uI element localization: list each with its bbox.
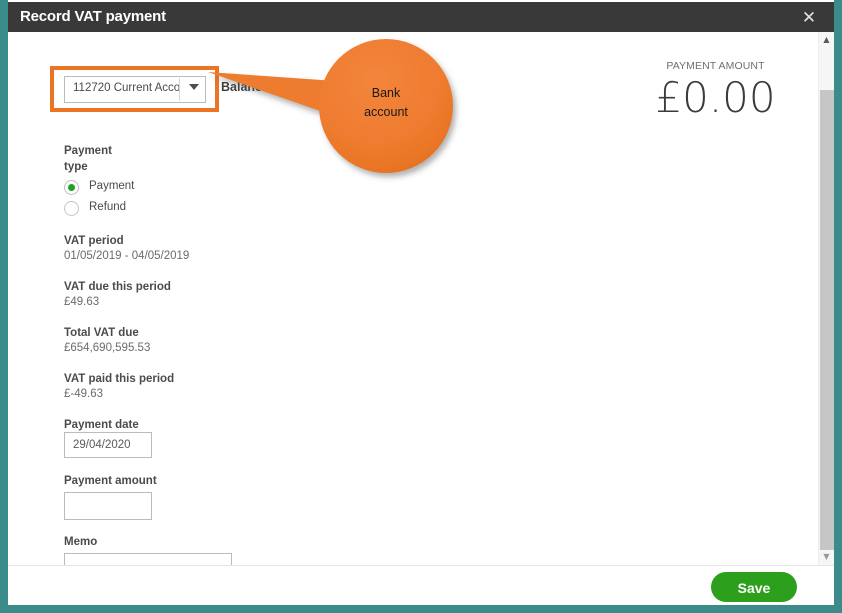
radio-indicator-refund[interactable] — [64, 201, 79, 216]
radio-dot — [68, 184, 75, 191]
scroll-up-arrow-icon[interactable]: ▲ — [819, 32, 834, 48]
balance-display: Balance £-97.76 — [221, 80, 315, 94]
vat-paid-this-period-label: VAT paid this period — [64, 373, 174, 385]
memo-label: Memo — [64, 536, 97, 548]
payment-amount-label: PAYMENT AMOUNT — [608, 60, 823, 72]
radio-label-payment: Payment — [89, 180, 134, 192]
select-divider — [179, 78, 180, 101]
application-window: Record VAT payment ✕ 112720 Current Acco… — [0, 0, 842, 613]
scroll-down-arrow-icon[interactable]: ▼ — [819, 549, 834, 565]
save-button[interactable]: Save — [711, 572, 797, 602]
chevron-down-icon[interactable] — [189, 84, 199, 90]
payment-type-label-line1: Payment — [64, 145, 112, 157]
total-vat-due-label: Total VAT due — [64, 327, 139, 339]
dialog-footer: Save — [8, 566, 834, 605]
payment-date-input[interactable] — [64, 432, 152, 458]
vertical-scrollbar[interactable]: ▲ ▼ — [818, 32, 834, 565]
payment-amount-value: £0.00 — [608, 74, 823, 122]
payment-amount-input[interactable] — [64, 492, 152, 520]
scrollbar-thumb[interactable] — [820, 90, 834, 550]
payment-amount-field-label: Payment amount — [64, 475, 157, 487]
vat-due-this-period-value: £49.63 — [64, 296, 99, 308]
memo-input[interactable] — [64, 553, 232, 565]
dialog-title: Record VAT payment — [20, 8, 166, 25]
callout-text-line1: Bank — [320, 84, 452, 103]
balance-value: £-97.76 — [272, 80, 314, 94]
bank-account-select[interactable]: 112720 Current Accou — [64, 76, 206, 103]
vat-paid-this-period-value: £-49.63 — [64, 388, 103, 400]
payment-type-label-line2: type — [64, 161, 88, 173]
vat-due-this-period-label: VAT due this period — [64, 281, 171, 293]
bank-account-select-value: 112720 Current Accou — [73, 82, 181, 94]
balance-label: Balance — [221, 80, 269, 94]
vat-period-value: 01/05/2019 - 04/05/2019 — [64, 250, 189, 262]
callout-text: Bank account — [320, 84, 452, 122]
payment-date-label: Payment date — [64, 419, 139, 431]
vat-period-label: VAT period — [64, 235, 124, 247]
radio-label-refund: Refund — [89, 201, 126, 213]
radio-indicator-payment[interactable] — [64, 180, 79, 195]
close-icon[interactable]: ✕ — [798, 7, 820, 29]
callout-text-line2: account — [320, 103, 452, 122]
dialog-titlebar: Record VAT payment ✕ — [8, 2, 834, 32]
payment-amount-summary: PAYMENT AMOUNT £0.00 — [608, 60, 823, 122]
total-vat-due-value: £654,690,595.53 — [64, 342, 150, 354]
